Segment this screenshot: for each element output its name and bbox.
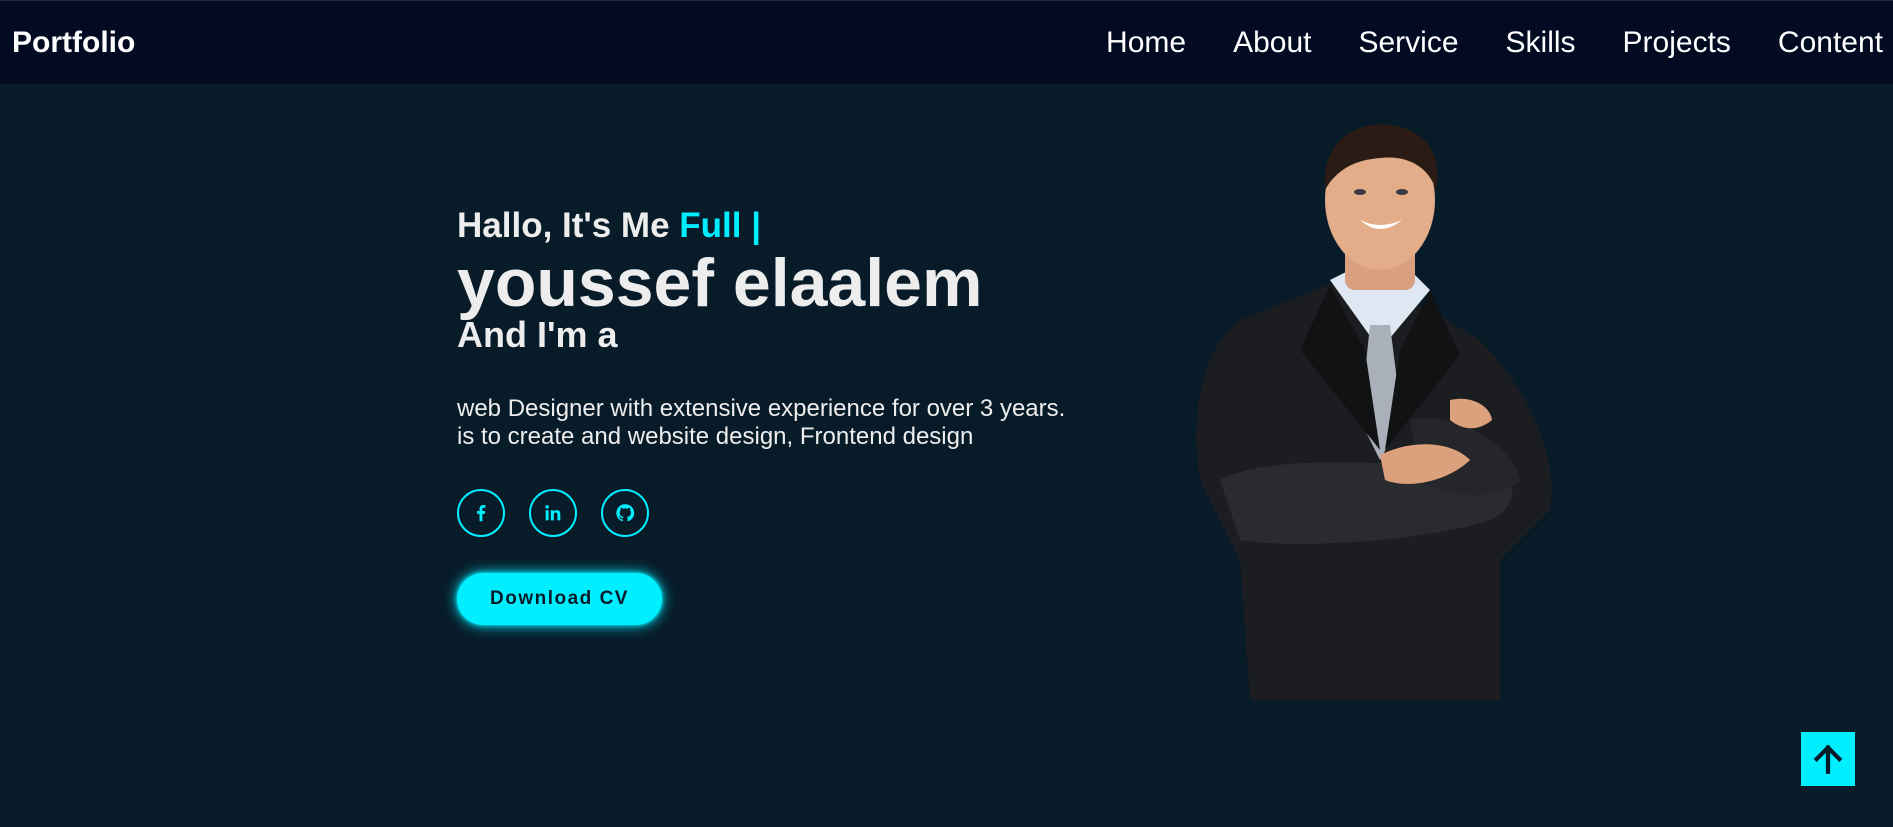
social-links bbox=[457, 489, 1097, 537]
hero-name: youssef elaalem bbox=[457, 245, 983, 321]
typed-text: Full | bbox=[679, 206, 761, 245]
nav-link-home[interactable]: Home bbox=[1106, 26, 1186, 60]
nav-link-skills[interactable]: Skills bbox=[1506, 26, 1576, 60]
nav-link-projects[interactable]: Projects bbox=[1623, 26, 1731, 60]
greeting-text: Hallo, It's Me bbox=[457, 206, 670, 245]
hero-greeting: Hallo, It's Me Full | bbox=[457, 205, 1097, 247]
nav-link-service[interactable]: Service bbox=[1358, 26, 1458, 60]
hero-description: web Designer with extensive experience f… bbox=[457, 395, 1097, 451]
linkedin-icon[interactable] bbox=[529, 489, 577, 537]
description-line-1: web Designer with extensive experience f… bbox=[457, 395, 1066, 422]
download-cv-button[interactable]: Download CV bbox=[457, 573, 662, 625]
description-line-2: is to create and website design, Fronten… bbox=[457, 423, 974, 450]
nav-link-about[interactable]: About bbox=[1233, 26, 1311, 60]
logo[interactable]: Portfolio bbox=[12, 26, 135, 60]
hero-section: Hallo, It's Me Full | youssef elaalem An… bbox=[457, 205, 1097, 625]
profile-photo bbox=[1180, 120, 1560, 700]
scroll-top-button[interactable] bbox=[1801, 732, 1855, 786]
facebook-icon[interactable] bbox=[457, 489, 505, 537]
arrow-up-icon bbox=[1813, 744, 1843, 774]
hero-role: And I'm a bbox=[457, 314, 618, 355]
nav-link-content[interactable]: Content bbox=[1778, 26, 1883, 60]
navbar: Portfolio Home About Service Skills Proj… bbox=[0, 0, 1893, 84]
github-icon[interactable] bbox=[601, 489, 649, 537]
nav-links: Home About Service Skills Projects Conte… bbox=[1059, 1, 1893, 84]
